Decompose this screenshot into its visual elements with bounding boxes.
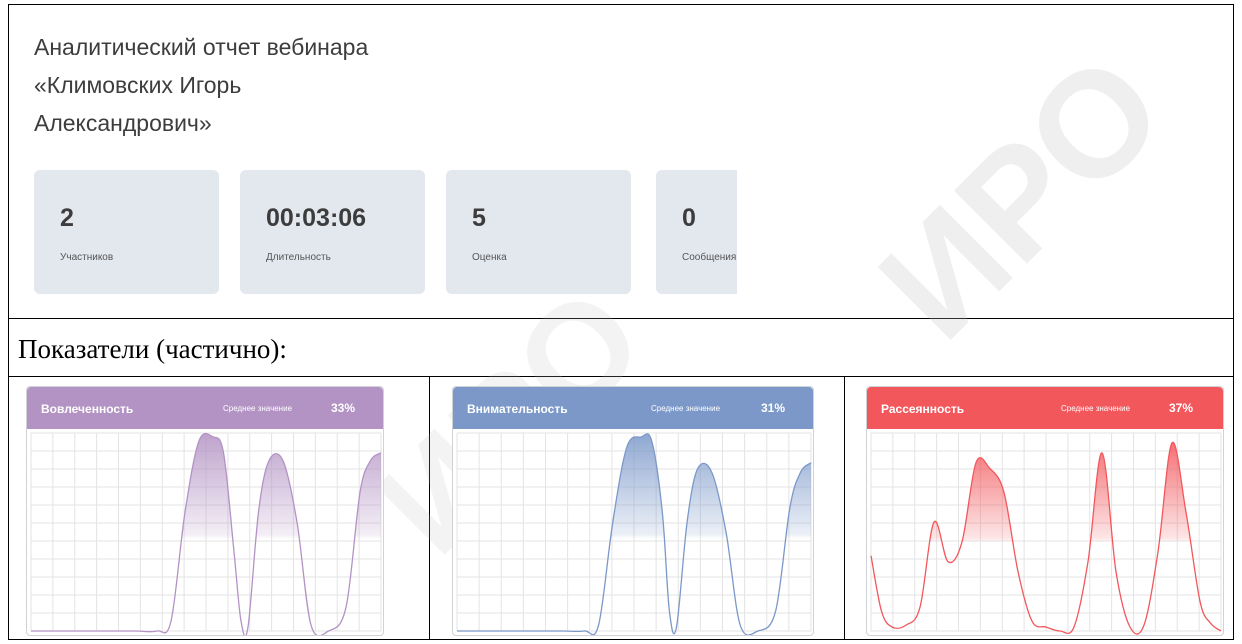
average-value: 33% (331, 401, 356, 415)
chart-header: Вовлеченность Среднее значение 33% (27, 387, 383, 429)
stat-value: 00:03:06 (266, 204, 367, 232)
chart-card-engagement: Вовлеченность Среднее значение 33% (26, 386, 384, 636)
stat-label: Сообщения (682, 252, 737, 263)
stat-label: Участников (60, 252, 114, 263)
chart-title: Рассеянность (881, 402, 965, 416)
average-label: Среднее значение (223, 404, 293, 413)
table-column-divider (844, 376, 845, 640)
stat-card-duration: 00:03:06 Длительность (240, 170, 425, 294)
report-title-line: «Климовских Игорь (34, 72, 242, 98)
stat-value: 2 (60, 204, 74, 232)
chart-header: Внимательность Среднее значение 31% (453, 387, 813, 429)
report-title-line: Александрович» (34, 110, 212, 136)
section-label: Показатели (частично): (18, 334, 287, 364)
distraction-chart (870, 432, 1222, 635)
stat-value: 0 (682, 204, 696, 232)
table-divider (8, 376, 1234, 377)
stat-card-participants: 2 Участников (34, 170, 219, 294)
average-value: 37% (1169, 401, 1194, 415)
stat-card-rating: 5 Оценка (446, 170, 631, 294)
table-column-divider (429, 376, 430, 640)
chart-title: Вовлеченность (41, 402, 134, 416)
stat-card-messages: 0 Сообщения (656, 170, 737, 294)
chart-title: Внимательность (467, 402, 568, 416)
chart-header: Рассеянность Среднее значение 37% (867, 387, 1223, 429)
report-title: Аналитический отчет вебинара «Климовских… (34, 28, 554, 142)
engagement-chart (30, 432, 382, 635)
chart-card-distraction: Рассеянность Среднее значение 37% (866, 386, 1224, 636)
report-title-line: Аналитический отчет вебинара (34, 34, 369, 60)
table-divider (8, 318, 1234, 319)
stat-value: 5 (472, 204, 486, 232)
series-area (31, 433, 381, 635)
stat-label: Длительность (266, 252, 331, 263)
stat-label: Оценка (472, 252, 507, 263)
average-value: 31% (761, 401, 786, 415)
attention-chart (456, 432, 812, 635)
series-area (457, 433, 811, 635)
chart-card-attention: Внимательность Среднее значение 31% (452, 386, 814, 636)
average-label: Среднее значение (651, 404, 721, 413)
stats-row: 2 Участников 00:03:06 Длительность 5 Оце… (34, 170, 737, 296)
average-label: Среднее значение (1061, 404, 1131, 413)
